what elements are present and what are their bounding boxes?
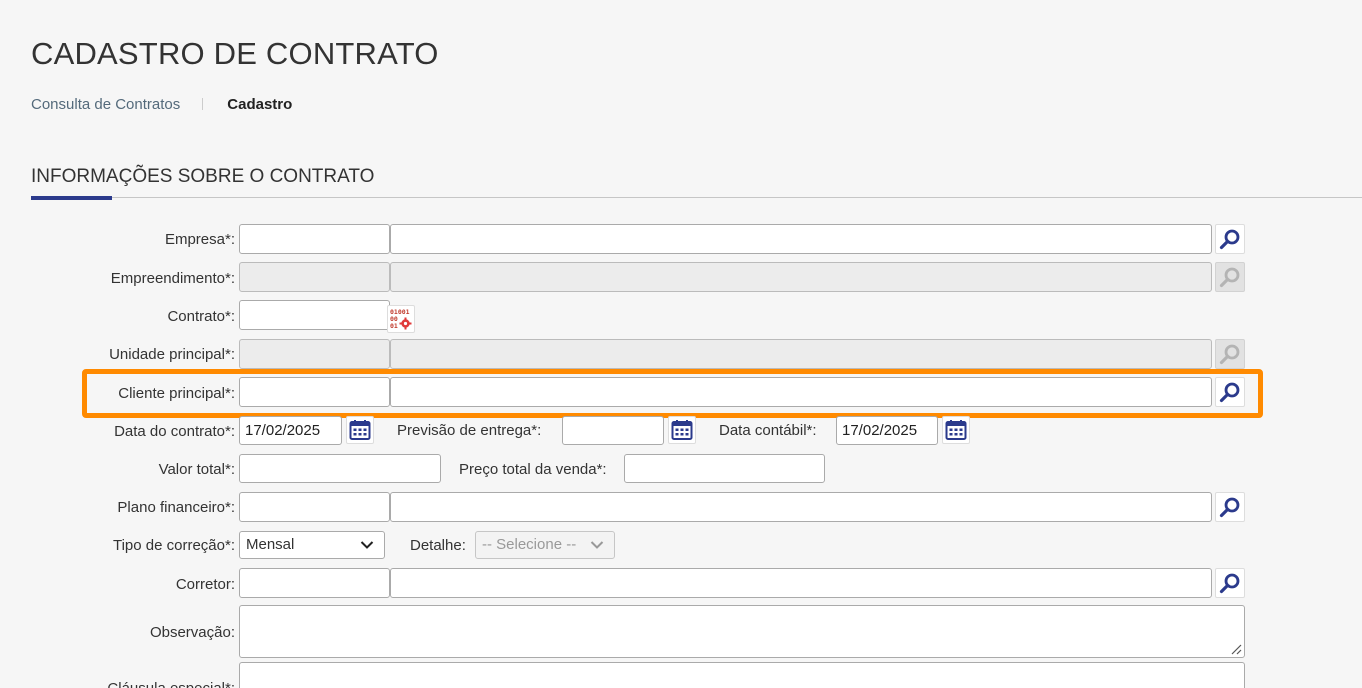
plano-financeiro-code-input[interactable] [239,492,390,522]
clausula-especial-textarea[interactable] [239,662,1245,688]
observacao-textarea[interactable] [239,605,1245,658]
generate-contract-number-button[interactable]: 01001 00 01 [387,305,415,333]
tipo-correcao-select[interactable]: Mensal [239,531,385,559]
detalhe-select: -- Selecione -- [475,531,615,559]
previsao-entrega-label: Previsão de entrega*: [397,422,542,439]
contrato-input[interactable] [239,300,390,330]
empreendimento-label: Empreendimento*: [110,270,235,287]
tipo-correcao-label: Tipo de correção*: [112,537,235,554]
corretor-label: Corretor: [175,576,235,593]
empreendimento-name-input [390,262,1212,292]
unidade-principal-name-input [390,339,1212,369]
breadcrumb-separator [202,98,204,110]
data-contabil-calendar-button[interactable] [942,416,970,444]
preco-total-venda-label: Preço total da venda*: [459,461,607,478]
valor-total-input[interactable] [239,454,441,483]
cliente-principal-name-input[interactable] [390,377,1212,407]
data-contrato-input[interactable]: 17/02/2025 [239,416,342,445]
corretor-code-input[interactable] [239,568,390,598]
unidade-principal-code-input [239,339,390,369]
plano-financeiro-search-button[interactable] [1215,492,1245,522]
previsao-entrega-input[interactable] [562,416,664,445]
clausula-especial-label: Cláusula especial*: [107,680,235,688]
breadcrumb-current: Cadastro [227,96,293,113]
svg-text:01: 01 [390,322,398,330]
magnifier-icon [1219,344,1240,365]
empresa-label: Empresa*: [164,231,235,248]
calendar-icon [945,420,967,440]
resize-grip-icon[interactable] [1230,643,1242,655]
tipo-correcao-selected: Mensal [246,536,295,553]
binary-gear-icon: 01001 00 01 [390,308,412,330]
cliente-principal-search-button[interactable] [1215,377,1245,407]
empreendimento-search-button [1215,262,1245,292]
data-contabil-label: Data contábil*: [719,422,817,439]
plano-financeiro-label: Plano financeiro*: [117,499,235,516]
unidade-principal-search-button [1215,339,1245,369]
detalhe-selected: -- Selecione -- [482,536,577,553]
section-divider [31,197,1362,198]
empresa-code-input[interactable] [239,224,390,254]
magnifier-icon [1219,497,1240,518]
cliente-principal-code-input[interactable] [239,377,390,407]
previsao-entrega-calendar-button[interactable] [668,416,696,444]
empresa-name-input[interactable] [390,224,1212,254]
magnifier-icon [1219,267,1240,288]
calendar-icon [671,420,693,440]
data-contabil-input[interactable]: 17/02/2025 [836,416,938,445]
section-title: INFORMAÇÕES SOBRE O CONTRATO [31,166,375,187]
empreendimento-code-input [239,262,390,292]
data-contrato-calendar-button[interactable] [346,416,374,444]
corretor-search-button[interactable] [1215,568,1245,598]
section-accent-bar [31,196,112,200]
magnifier-icon [1219,229,1240,250]
unidade-principal-label: Unidade principal*: [109,346,235,363]
plano-financeiro-name-input[interactable] [390,492,1212,522]
valor-total-label: Valor total*: [158,461,235,478]
calendar-icon [349,420,371,440]
contrato-label: Contrato*: [167,308,235,325]
magnifier-icon [1219,382,1240,403]
page-title: CADASTRO DE CONTRATO [31,36,439,71]
breadcrumb-link-consulta[interactable]: Consulta de Contratos [31,96,180,113]
empresa-search-button[interactable] [1215,224,1245,254]
breadcrumb: Consulta de Contratos Cadastro [31,96,292,113]
observacao-label: Observação: [149,624,235,641]
preco-total-venda-input[interactable] [624,454,825,483]
detalhe-label: Detalhe: [410,537,466,554]
cliente-principal-label: Cliente principal*: [118,385,235,402]
chevron-down-icon [360,541,374,549]
magnifier-icon [1219,573,1240,594]
data-contrato-label: Data do contrato*: [114,423,235,440]
chevron-down-icon [590,541,604,549]
contract-registration-page: CADASTRO DE CONTRATO Consulta de Contrat… [0,0,1362,688]
corretor-name-input[interactable] [390,568,1212,598]
